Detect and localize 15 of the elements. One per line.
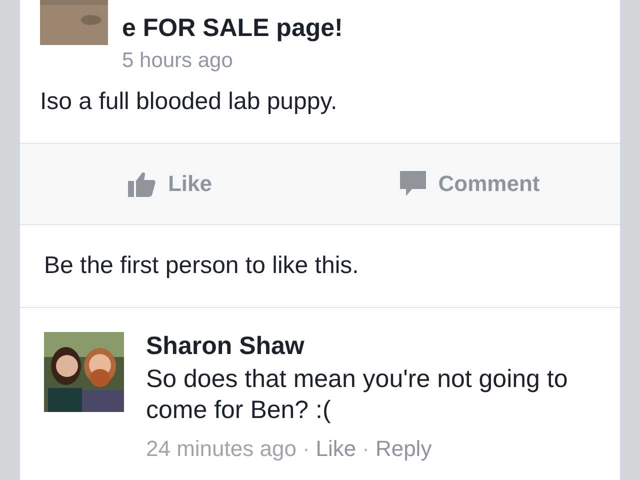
separator-dot: · bbox=[362, 436, 370, 462]
thumbs-up-icon bbox=[128, 171, 156, 197]
comment-time: 24 minutes ago bbox=[146, 436, 296, 462]
post-text: Iso a full blooded lab puppy. bbox=[39, 87, 338, 117]
separator-dot: · bbox=[302, 436, 310, 462]
comment-author[interactable]: Sharon Shaw bbox=[146, 332, 594, 361]
post-title: e FOR SALE page! bbox=[122, 14, 343, 43]
comment-link[interactable]: Like bbox=[316, 436, 356, 462]
comment-button[interactable]: Comment bbox=[320, 144, 620, 224]
like-button[interactable]: Like bbox=[20, 144, 320, 224]
comment-text: So does that mean you're not going to come for Ben? :( bbox=[146, 364, 569, 426]
post-time: 5 hours ago bbox=[122, 49, 234, 73]
likes-summary: Be the first person to like this. bbox=[20, 225, 620, 308]
speech-bubble-icon bbox=[400, 171, 426, 197]
comment-link[interactable]: Reply bbox=[375, 436, 432, 462]
